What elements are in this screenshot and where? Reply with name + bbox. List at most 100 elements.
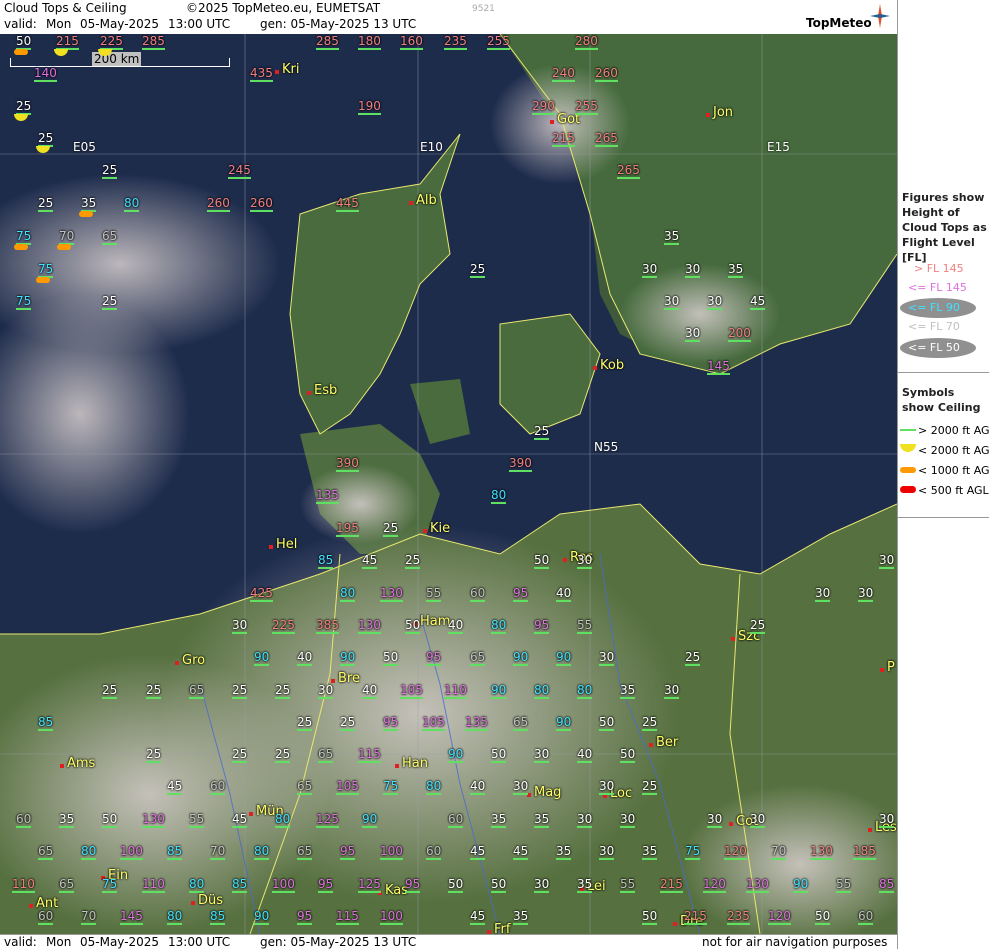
legend-item-le-fl90: <= FL 90 [908,301,960,314]
cloud-top-label: 95 [340,844,356,860]
cloud-top-label: 35 [664,229,680,245]
cloud-top-label: 55 [189,812,205,828]
cloud-top-label: 45 [470,844,486,860]
header-bar: Cloud Tops & Ceiling ©2025 TopMeteo.eu, … [0,0,897,35]
ceiling-symbol-icon [14,244,28,250]
generated-time: gen: 05-May-2025 13 UTC [260,17,417,31]
cloud-top-label: 100 [272,877,295,893]
map-title: Cloud Tops & Ceiling [4,1,127,15]
ceiling-symbol-icon [79,211,93,217]
cloud-top-label: 90 [556,650,572,666]
cloud-top-label: 25 [470,262,486,278]
cloud-top-label: 100 [380,909,403,925]
cloud-top-label: 60 [210,779,226,795]
brand-logo: TopMeteo [806,16,872,30]
cloud-top-label: 255 [575,99,598,115]
cloud-top-label: 25 [383,521,399,537]
map-background [0,34,897,934]
cloud-top-label: 70 [81,909,97,925]
copyright: ©2025 TopMeteo.eu, EUMETSAT [186,1,381,15]
cloud-top-label: 35 [513,909,529,925]
cloud-top-label: 145 [707,359,730,375]
cloud-top-label: 45 [167,779,183,795]
cloud-top-label: 50 [620,747,636,763]
cloud-top-label: 25 [38,131,54,147]
meridian-e05: E05 [73,140,96,154]
city-label: Hel [268,537,298,552]
cloud-top-label: 30 [685,262,701,278]
cloud-top-label: 60 [470,586,486,602]
city-label: Mag [526,785,562,800]
cloud-top-label: 90 [513,650,529,666]
cloud-top-label: 135 [465,715,488,731]
cloud-top-label: 60 [426,844,442,860]
cloud-top-label: 30 [577,812,593,828]
cloud-top-label: 260 [207,196,230,212]
cloud-top-label: 75 [38,262,54,278]
cloud-top-label: 30 [620,812,636,828]
cloud-top-label: 65 [470,650,486,666]
cloud-top-label: 25 [232,683,248,699]
cloud-top-label: 120 [768,909,791,925]
parallel-n55: N55 [594,440,619,454]
cloud-top-label: 130 [746,877,769,893]
cloud-top-label: 30 [599,844,615,860]
cloud-top-label: 125 [358,877,381,893]
cloud-top-label: 40 [577,747,593,763]
cloud-top-label: 35 [59,812,75,828]
cloud-top-label: 130 [358,618,381,634]
cloud-top-label: 60 [38,909,54,925]
cloud-top-label: 75 [383,779,399,795]
cloud-top-label: 80 [534,683,550,699]
cloud-top-label: 190 [358,99,381,115]
cloud-top-label: 75 [102,877,118,893]
cloud-top-label: 45 [513,844,529,860]
cloud-top-label: 50 [815,909,831,925]
cloud-top-label: 445 [336,196,359,212]
cloud-top-label: 90 [556,715,572,731]
city-label: Kie [422,521,451,536]
cloud-top-label: 80 [340,586,356,602]
legend-divider [898,372,989,373]
cloud-top-label: 130 [810,844,833,860]
cloud-top-label: 25 [297,715,313,731]
city-label: Frf [486,922,510,934]
cloud-top-label: 200 [728,326,751,342]
cloud-top-label: 260 [595,66,618,82]
cloud-top-label: 45 [232,812,248,828]
cloud-top-label: 100 [380,844,403,860]
cloud-top-label: 75 [16,229,32,245]
cloud-top-label: 50 [383,650,399,666]
cloud-top-label: 35 [491,812,507,828]
legend-bottom-divider [898,517,989,518]
cloud-top-label: 25 [275,683,291,699]
cloud-top-label: 25 [340,715,356,731]
cloud-top-label: 85 [210,909,226,925]
cloud-top-label: 45 [470,909,486,925]
ceiling-symbol-icon [14,49,28,55]
cloud-top-label: 25 [642,779,658,795]
cloud-top-label: 95 [426,650,442,666]
cloud-top-label: 25 [146,747,162,763]
cloud-top-label: 240 [552,66,575,82]
cloud-top-label: 85 [318,553,334,569]
image-number: 9521 [472,4,495,14]
cloud-top-label: 65 [102,229,118,245]
cloud-top-label: 290 [532,99,555,115]
cloud-top-label: 65 [513,715,529,731]
satellite-map: 200 km E05 E10 E15 N55 Kri Got Jon Alb Kob Es… [0,34,897,934]
footer-valid-date: 05-May-2025 [80,935,160,949]
cloud-top-label: 25 [275,747,291,763]
cloud-top-label: 65 [297,779,313,795]
legend-item-le-fl70: <= FL 70 [908,320,960,333]
cloud-top-label: 80 [124,196,140,212]
cloud-top-label: 35 [620,683,636,699]
cloud-top-label: 50 [16,34,32,50]
cloud-top-label: 265 [617,163,640,179]
legend-symbol-lt-2000: < 2000 ft AGL [918,444,989,457]
bar-orange-icon [900,467,916,473]
cloud-top-label: 75 [685,844,701,860]
cloud-top-label: 435 [250,66,273,82]
cloud-top-label: 95 [318,877,334,893]
cloud-top-label: 60 [858,909,874,925]
